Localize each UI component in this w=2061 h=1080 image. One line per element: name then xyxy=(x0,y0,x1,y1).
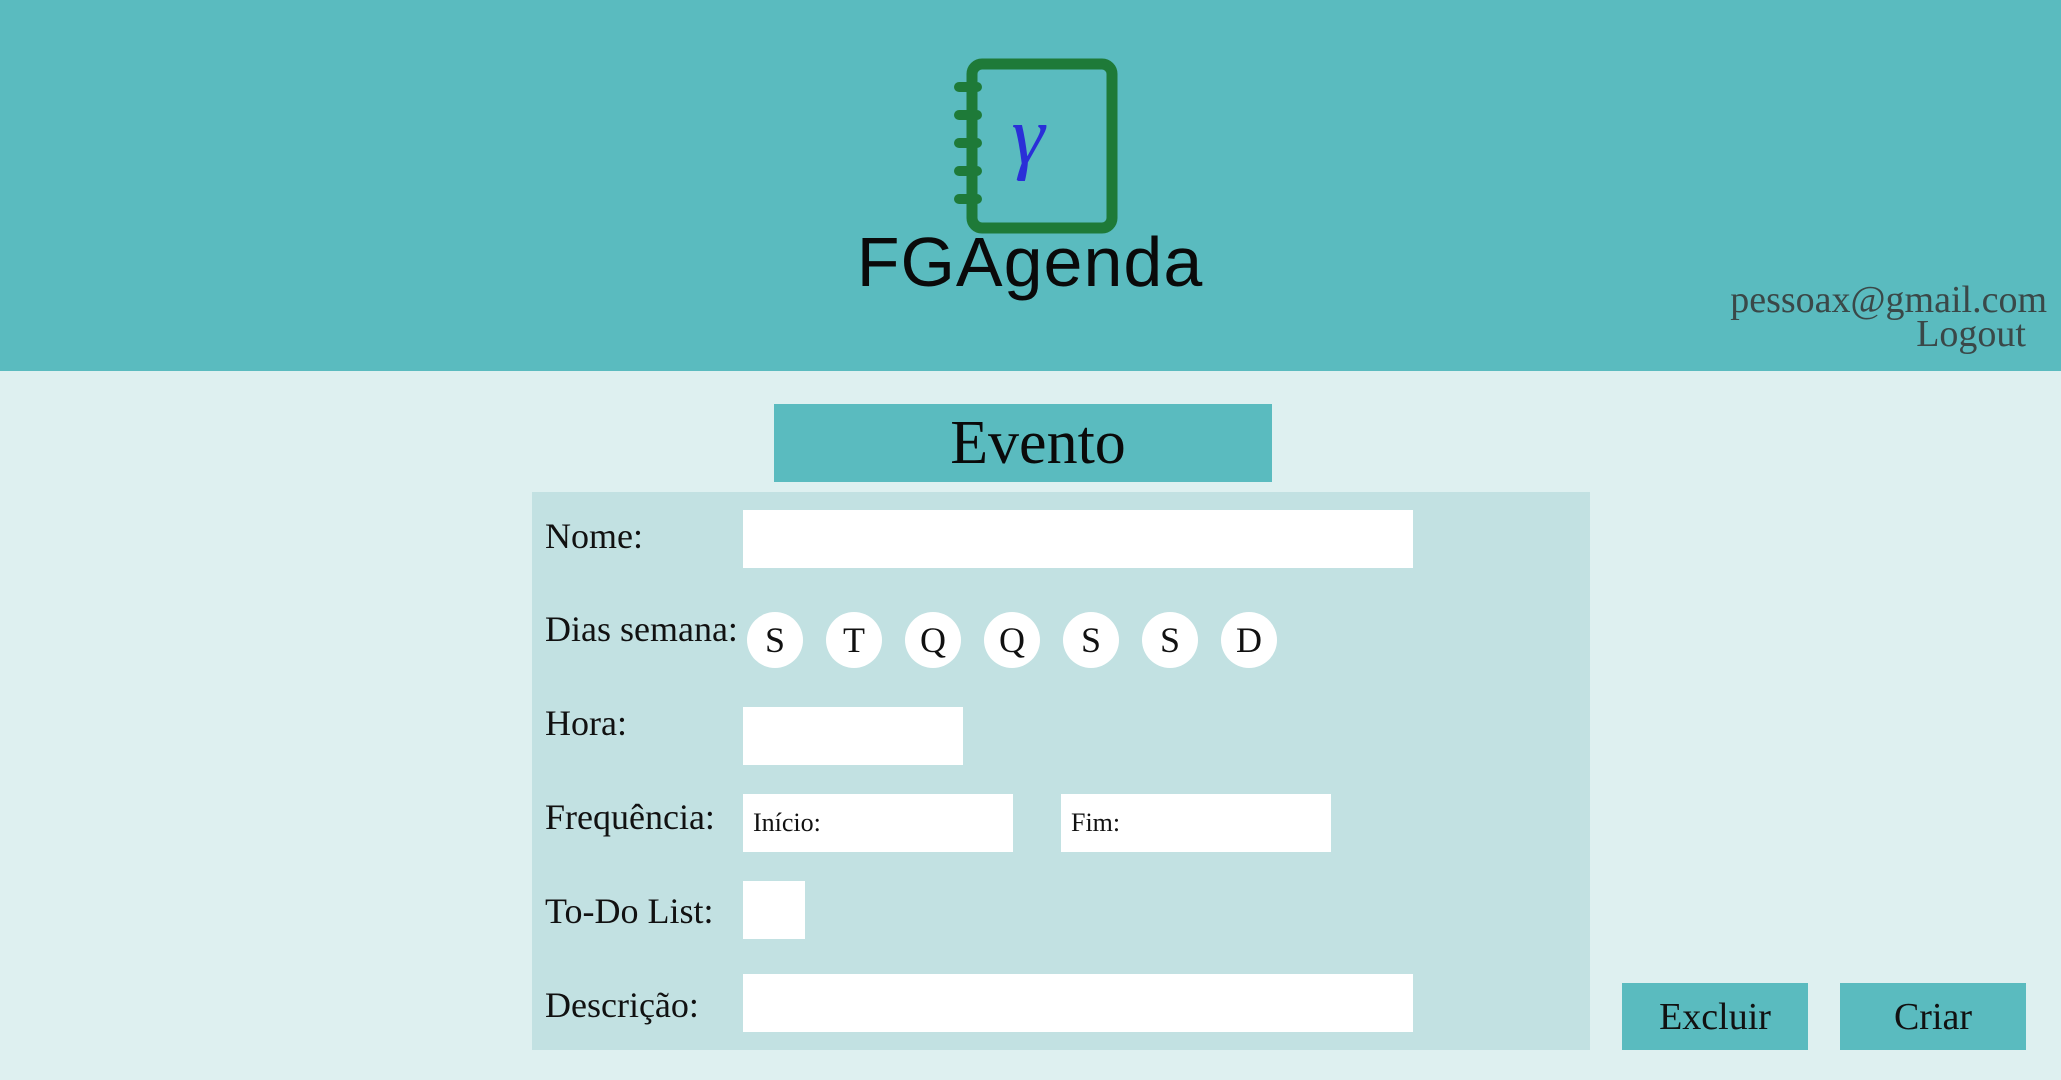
day-toggle-sabado[interactable]: S xyxy=(1142,612,1198,668)
hora-label: Hora: xyxy=(545,703,627,743)
day-toggle-sexta[interactable]: S xyxy=(1063,612,1119,668)
logo-glyph: γ xyxy=(1011,89,1046,182)
day-toggle-segunda[interactable]: S xyxy=(747,612,803,668)
frequencia-inicio-input[interactable] xyxy=(743,794,1013,852)
frequencia-fim-input[interactable] xyxy=(1061,794,1331,852)
app-header: γ FGAgenda pessoax@gmail.com Logout xyxy=(0,0,2061,371)
descricao-input[interactable] xyxy=(743,974,1413,1032)
hora-input[interactable] xyxy=(743,707,963,765)
event-form: Nome: Dias semana: S T Q Q S S D Hora: F… xyxy=(532,492,1590,1050)
notebook-icon: γ xyxy=(954,58,1118,234)
form-title: Evento xyxy=(774,404,1272,482)
nome-label: Nome: xyxy=(545,516,643,556)
app-brand-name: FGAgenda xyxy=(856,223,1204,301)
logout-link[interactable]: Logout xyxy=(1916,314,2026,354)
descricao-label: Descrição: xyxy=(545,985,699,1025)
nome-input[interactable] xyxy=(743,510,1413,568)
todo-list-checkbox[interactable] xyxy=(743,881,805,939)
day-toggle-quinta[interactable]: Q xyxy=(984,612,1040,668)
day-toggle-domingo[interactable]: D xyxy=(1221,612,1277,668)
frequencia-label: Frequência: xyxy=(545,797,715,837)
dias-semana-label: Dias semana: xyxy=(545,609,738,649)
day-toggle-quarta[interactable]: Q xyxy=(905,612,961,668)
day-toggle-terca[interactable]: T xyxy=(826,612,882,668)
todo-list-label: To-Do List: xyxy=(545,891,714,931)
create-button[interactable]: Criar xyxy=(1840,983,2026,1050)
delete-button[interactable]: Excluir xyxy=(1622,983,1808,1050)
